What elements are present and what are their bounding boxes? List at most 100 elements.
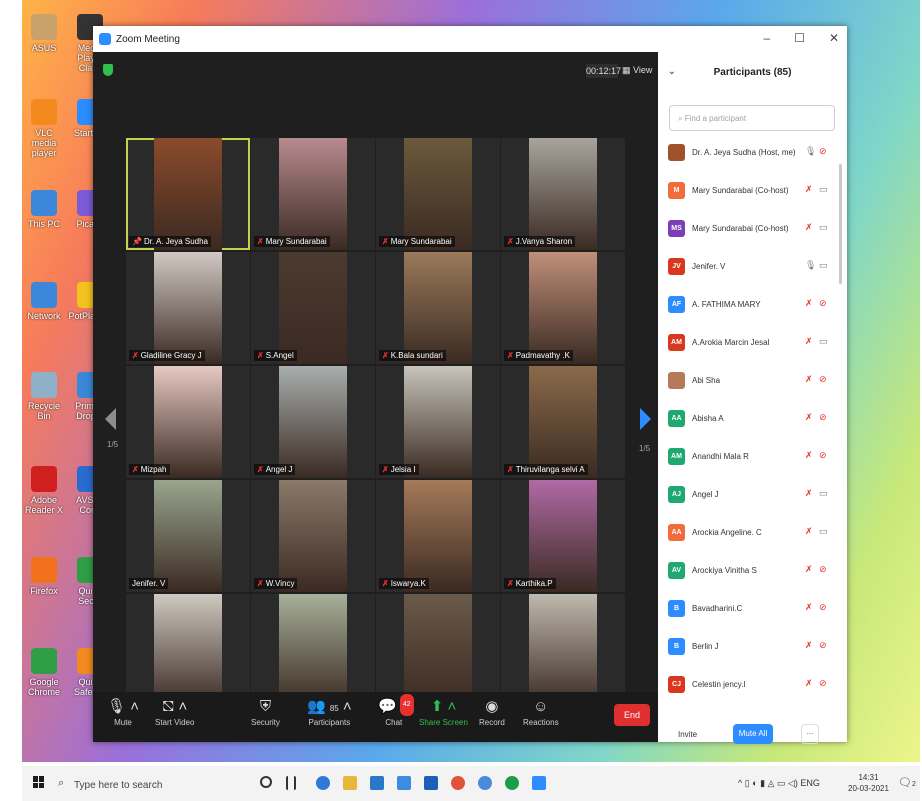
participants-button[interactable]: 👥 85 ˄ Participants (307, 696, 352, 727)
zoom-taskbar-icon[interactable] (532, 776, 546, 790)
video-off-icon[interactable]: ⊘ (819, 146, 827, 157)
video-off-icon[interactable]: ⊘ (819, 412, 827, 423)
muted-mic-icon[interactable]: ✗ (805, 222, 813, 233)
participant-row[interactable]: AM A.Arokia Marcin Jesal ✗ ▭ (658, 328, 838, 366)
video-off-icon[interactable]: ⊘ (819, 298, 827, 309)
participant-row[interactable]: MS Mary Sundarabai (Co-host) ✗ ▭ (658, 214, 838, 252)
participant-row[interactable]: B Bavadharini.C ✗ ⊘ (658, 594, 838, 632)
desktop-icon[interactable]: Adobe Reader X (22, 466, 66, 515)
muted-mic-icon[interactable]: ✗ (805, 374, 813, 385)
muted-mic-icon[interactable]: ✗ (805, 602, 813, 613)
video-tile[interactable]: ✗ Mary Sundarabai (376, 138, 500, 250)
video-tile[interactable]: ✗ S.Angel (251, 252, 375, 364)
desktop-icon[interactable]: ASUS (22, 14, 66, 53)
video-tile[interactable]: ✗Serina Dharshini.C (251, 594, 375, 706)
next-page-arrow-icon[interactable] (640, 408, 651, 430)
video-tile[interactable]: 📌 Dr. A. Jeya Sudha (126, 138, 250, 250)
microphone-icon[interactable]: 🎙 (805, 146, 816, 157)
participant-row[interactable]: AJ Angel J ✗ ▭ (658, 480, 838, 518)
participant-row[interactable]: AF A. FATHIMA MARY ✗ ⊘ (658, 290, 838, 328)
chat-button[interactable]: 💬 ˄ 42 Chat (378, 694, 414, 727)
minimize-button[interactable]: – (763, 31, 770, 45)
video-tile[interactable]: ✗ Gladiline Gracy J (126, 252, 250, 364)
end-button[interactable]: End (614, 704, 650, 726)
participant-row[interactable]: M Mary Sundarabai (Co-host) ✗ ▭ (658, 176, 838, 214)
participant-row[interactable]: Abi Sha ✗ ⊘ (658, 366, 838, 404)
video-tile[interactable]: ✗ Padmavathy .K (501, 252, 625, 364)
muted-mic-icon[interactable]: ✗ (805, 678, 813, 689)
video-tile[interactable]: ✗A.Arokia Marcin Jesal (376, 594, 500, 706)
chrome-icon[interactable] (478, 776, 492, 790)
desktop-icon[interactable]: Firefox (22, 557, 66, 596)
participant-row[interactable]: Dr. A. Jeya Sudha (Host, me) 🎙 ⊘ (658, 138, 838, 176)
video-off-icon[interactable]: ⊘ (819, 450, 827, 461)
firefox-icon[interactable] (451, 776, 465, 790)
muted-mic-icon[interactable]: ✗ (805, 450, 813, 461)
previous-page-arrow-icon[interactable] (105, 408, 116, 430)
invite-button[interactable]: Invite (678, 730, 697, 739)
video-off-icon[interactable]: ⊘ (819, 374, 827, 385)
video-off-icon[interactable]: ⊘ (819, 564, 827, 575)
video-camera-icon[interactable]: ▭ (819, 336, 828, 347)
video-off-icon[interactable]: ⊘ (819, 678, 827, 689)
scrollbar[interactable] (839, 164, 842, 284)
video-camera-icon[interactable]: ▭ (819, 184, 828, 195)
video-tile[interactable]: ✗ Mizpah (126, 366, 250, 478)
video-tile[interactable]: ✗ Thiruvilanga selvi A (501, 366, 625, 478)
microphone-icon[interactable]: 🎙 (805, 260, 816, 271)
desktop-icon[interactable]: Recycle Bin (22, 372, 66, 421)
mail-icon[interactable] (397, 776, 411, 790)
participant-row[interactable]: AA Arockia Angeline. C ✗ ▭ (658, 518, 838, 556)
video-off-icon[interactable]: ⊘ (819, 602, 827, 613)
clock[interactable]: 14:31 20-03-2021 (848, 772, 889, 794)
maximize-button[interactable]: ☐ (794, 31, 805, 45)
desktop-icon[interactable]: This PC (22, 190, 66, 229)
video-tile[interactable]: ✗ Mary Sundarabai (251, 138, 375, 250)
video-camera-icon[interactable]: ▭ (819, 260, 828, 271)
notification-icon[interactable]: 🗨2 (898, 776, 916, 789)
muted-mic-icon[interactable]: ✗ (805, 564, 813, 575)
desktop-icon[interactable]: VLC media player (22, 99, 66, 158)
video-tile[interactable]: ✗T. Angel (126, 594, 250, 706)
desktop-icon[interactable]: Network (22, 282, 66, 321)
muted-mic-icon[interactable]: ✗ (805, 412, 813, 423)
mute-button[interactable]: 🎙 ˄ Mute (107, 696, 139, 727)
app-icon[interactable] (505, 776, 519, 790)
video-tile[interactable]: ✗ Karthika.P (501, 480, 625, 592)
store-icon[interactable] (370, 776, 384, 790)
edge-icon[interactable] (316, 776, 330, 790)
muted-mic-icon[interactable]: ✗ (805, 526, 813, 537)
participant-row[interactable]: AM Anandhi Mala R ✗ ⊘ (658, 442, 838, 480)
video-camera-icon[interactable]: ▭ (819, 222, 828, 233)
system-tray[interactable]: ^ ▯ ◐ ▮ ◬ ▭ ◁) ENG (738, 778, 820, 789)
desktop-icon[interactable]: Google Chrome (22, 648, 66, 697)
participant-row[interactable]: JV Jenifer. V 🎙 ▭ (658, 252, 838, 290)
mute-all-button[interactable]: Mute All (733, 724, 773, 744)
participant-row[interactable]: CJ Celestin jency.I ✗ ⊘ (658, 670, 838, 708)
video-camera-icon[interactable]: ▭ (819, 488, 828, 499)
video-camera-icon[interactable]: ▭ (819, 526, 828, 537)
video-off-icon[interactable]: ⊘ (819, 640, 827, 651)
chevron-down-icon[interactable]: ⌄ (668, 66, 676, 77)
muted-mic-icon[interactable]: ✗ (805, 640, 813, 651)
file-explorer-icon[interactable] (343, 776, 357, 790)
video-tile[interactable]: ✗ Angel J (251, 366, 375, 478)
muted-mic-icon[interactable]: ✗ (805, 184, 813, 195)
video-tile[interactable]: Jenifer. V (126, 480, 250, 592)
participant-row[interactable]: AA Abisha A ✗ ⊘ (658, 404, 838, 442)
taskbar-search-box[interactable]: ⌕ Type here to search (56, 770, 246, 796)
cortana-icon[interactable] (260, 776, 272, 788)
more-button[interactable]: ... (801, 724, 819, 744)
video-tile[interactable]: ✗ K.Bala sundari (376, 252, 500, 364)
security-button[interactable]: ⛨ Security (251, 696, 280, 727)
participant-row[interactable]: AV Arockiya Vinitha S ✗ ⊘ (658, 556, 838, 594)
participant-row[interactable]: B Berlin J ✗ ⊘ (658, 632, 838, 670)
find-participant-input[interactable]: ⌕ Find a participant (669, 105, 835, 131)
share-screen-button[interactable]: ⬆ ˄ Share Screen (419, 696, 468, 727)
video-tile[interactable]: ✗ W.Vincy (251, 480, 375, 592)
video-tile[interactable]: ✗ J.Vanya Sharon (501, 138, 625, 250)
video-tile[interactable]: ✗ Iswarya.K (376, 480, 500, 592)
muted-mic-icon[interactable]: ✗ (805, 488, 813, 499)
video-tile[interactable]: ✗ Jelsia I (376, 366, 500, 478)
windows-start-icon[interactable] (33, 776, 45, 788)
